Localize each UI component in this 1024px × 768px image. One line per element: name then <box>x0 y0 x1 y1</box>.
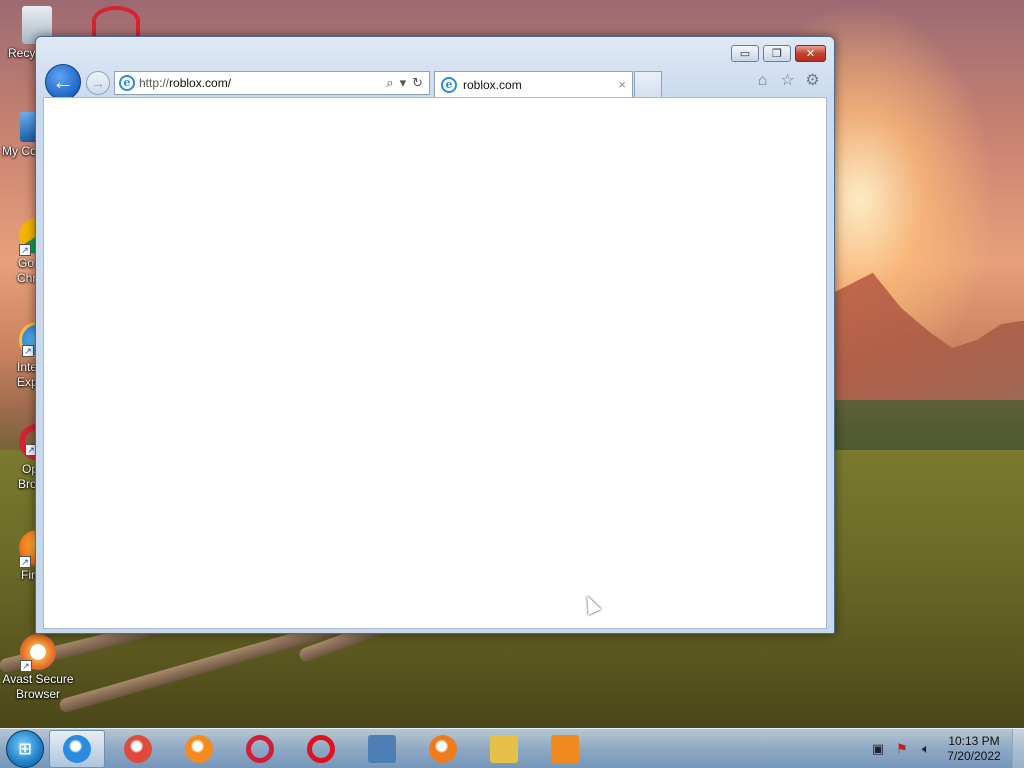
clock-date: 7/20/2022 <box>947 749 1001 763</box>
avast-browser-icon: ↗ <box>20 634 56 672</box>
desktop-icon-avast-browser[interactable]: ↗ Avast Secure Browser <box>1 634 75 702</box>
ie-page-icon: e <box>119 75 135 91</box>
close-button[interactable]: ✕ <box>795 45 826 62</box>
tab-title: roblox.com <box>463 77 522 92</box>
opera-gx-icon <box>246 734 274 763</box>
taskbar-avast-browser[interactable] <box>415 730 471 768</box>
forward-arrow-icon: → <box>91 75 105 91</box>
tab-close-icon[interactable]: × <box>618 77 626 92</box>
clock-time: 10:13 PM <box>948 734 1000 748</box>
favorites-icon[interactable]: ☆ <box>778 71 797 90</box>
taskbar-internet-explorer[interactable] <box>49 729 105 768</box>
opera-icon <box>307 734 335 763</box>
taskbar-chrome[interactable] <box>110 730 166 768</box>
minimize-button[interactable]: ▭ <box>731 45 759 62</box>
internet-explorer-icon <box>63 734 91 763</box>
wallpaper-mountains <box>835 272 1024 420</box>
firefox-icon <box>185 734 213 763</box>
tab-roblox[interactable]: e roblox.com × <box>434 71 633 97</box>
back-button[interactable]: ← <box>45 64 81 100</box>
taskbar-opera-gx[interactable] <box>232 730 288 768</box>
chrome-icon <box>124 734 152 763</box>
page-content[interactable] <box>43 97 827 629</box>
taskbar-file-explorer[interactable] <box>476 730 532 768</box>
url-host: roblox.com/ <box>169 76 232 90</box>
taskbar: ⊞ ▣ ⚑ 🔈︎ 10:13 PM 7/20/2022 <box>0 728 1024 768</box>
shortcut-arrow-icon: ↗ <box>19 244 31 256</box>
shortcut-arrow-icon: ↗ <box>20 660 32 672</box>
refresh-icon[interactable]: ↻ <box>412 75 423 91</box>
volume-icon[interactable]: 🔈︎ <box>918 741 934 757</box>
opera-icon <box>92 6 140 36</box>
taskbar-apps <box>44 729 593 768</box>
address-tools: ⌕ ▾ ↻ <box>386 75 429 91</box>
forward-button[interactable]: → <box>86 71 110 95</box>
desktop-icon-label: Browser <box>15 687 60 701</box>
address-bar[interactable]: e http://roblox.com/ ⌕ ▾ ↻ <box>114 71 430 95</box>
avast-browser-icon <box>429 734 457 763</box>
desktop-icon-label: Avast Secure <box>2 672 74 686</box>
address-url[interactable]: http://roblox.com/ <box>139 76 386 90</box>
action-center-flag-icon[interactable]: ⚑ <box>894 741 910 757</box>
browser-tools: ⌂ ☆ ⚙ <box>753 71 822 90</box>
shortcut-arrow-icon: ↗ <box>22 345 34 357</box>
window-controls: ▭ ❐ ✕ <box>727 45 826 62</box>
shortcut-arrow-icon: ↗ <box>19 556 31 568</box>
new-tab-button[interactable] <box>634 71 662 97</box>
network-icon[interactable]: ▣ <box>870 741 886 757</box>
settings-icon[interactable]: ⚙ <box>803 71 822 90</box>
home-icon[interactable]: ⌂ <box>753 71 772 90</box>
clock[interactable]: 10:13 PM 7/20/2022 <box>942 734 1006 764</box>
taskbar-media-center[interactable] <box>354 730 410 768</box>
show-desktop-button[interactable] <box>1012 729 1024 768</box>
media-player-icon <box>551 734 579 763</box>
search-icon[interactable]: ⌕ <box>386 75 393 91</box>
minimize-icon: ▭ <box>739 48 751 60</box>
start-button[interactable]: ⊞ <box>6 729 44 768</box>
taskbar-firefox[interactable] <box>171 730 227 768</box>
system-tray: ▣ ⚑ 🔈︎ 10:13 PM 7/20/2022 <box>870 729 1024 768</box>
windows-logo-icon: ⊞ <box>18 740 32 758</box>
taskbar-media-player[interactable] <box>537 730 593 768</box>
wallpaper-treeline <box>835 400 1024 455</box>
file-explorer-icon <box>490 734 518 763</box>
media-center-icon <box>368 734 396 763</box>
taskbar-opera[interactable] <box>293 730 349 768</box>
dropdown-icon[interactable]: ▾ <box>400 75 407 91</box>
close-icon: ✕ <box>805 48 816 60</box>
back-arrow-icon: ← <box>52 69 74 94</box>
maximize-icon: ❐ <box>772 48 782 60</box>
browser-window: ▭ ❐ ✕ ← → e http://roblox.com/ ⌕ ▾ ↻ e r… <box>35 36 835 634</box>
maximize-button[interactable]: ❐ <box>763 45 791 62</box>
tab-favicon-icon: e <box>441 76 457 93</box>
url-prefix: http:// <box>139 76 170 90</box>
